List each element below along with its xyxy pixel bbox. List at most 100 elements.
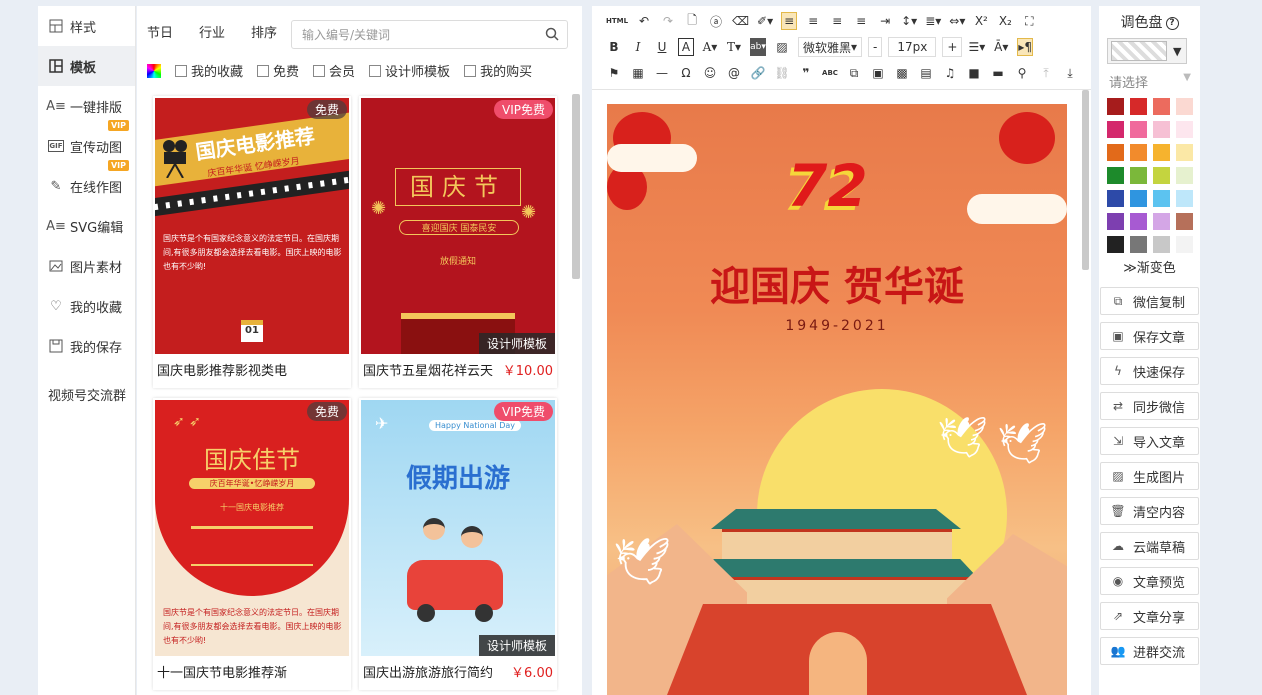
nav-item-video-group[interactable]: 视频号交流群 [38, 374, 135, 414]
color-swatch[interactable] [1107, 213, 1124, 230]
align-justify-icon[interactable]: ≡ [853, 12, 869, 30]
at-icon[interactable]: @ [726, 64, 742, 82]
spellcheck-icon[interactable]: ABC [822, 64, 838, 82]
checkbox[interactable] [369, 64, 382, 77]
color-swatch[interactable] [1153, 190, 1170, 207]
fullscreen-icon[interactable]: ⛶ [1021, 12, 1037, 30]
color-swatch[interactable] [1153, 236, 1170, 253]
color-swatch[interactable] [1130, 121, 1147, 138]
color-swatch[interactable] [1107, 167, 1124, 184]
search-icon[interactable] [545, 27, 559, 41]
pattern-icon[interactable]: ▨ [774, 38, 790, 56]
letter-spacing-icon[interactable]: ⇔▾ [949, 12, 965, 30]
help-icon[interactable]: ? [1165, 16, 1179, 30]
color-swatch[interactable] [1130, 190, 1147, 207]
italic-icon[interactable]: I [630, 38, 646, 56]
color-swatch[interactable] [1130, 236, 1147, 253]
stamp-icon[interactable]: ⚲ [1014, 64, 1030, 82]
search-input[interactable] [302, 27, 532, 42]
nav-item-draw[interactable]: ✎ 在线作图 [38, 166, 135, 206]
color-swatch[interactable] [1153, 167, 1170, 184]
color-swatch[interactable] [1153, 121, 1170, 138]
magic-wand-icon[interactable]: ✐▾ [757, 12, 773, 30]
nav-item-gif[interactable]: GIF 宣传动图 VIP [38, 126, 135, 171]
color-swatch[interactable] [1176, 213, 1193, 230]
music-icon[interactable]: ♫ [942, 64, 958, 82]
color-swatch[interactable] [1153, 144, 1170, 161]
filter-purchased[interactable]: 我的购买 [464, 61, 532, 80]
filter-member[interactable]: 会员 [313, 61, 355, 80]
highlight-icon[interactable]: ab▾ [750, 38, 766, 56]
join-group-button[interactable]: 👥 进群交流 [1100, 637, 1199, 665]
nav-item-favorites[interactable]: ♡ 我的收藏 [38, 286, 135, 326]
color-swatch[interactable] [1107, 121, 1124, 138]
filter-free[interactable]: 免费 [257, 61, 299, 80]
template-card[interactable]: 国庆节 喜迎国庆 国泰民安 放假通知 ✺ ✺ VIP免费 设计师模板 国庆节五星… [359, 96, 557, 388]
align-center-icon[interactable]: ≡ [805, 12, 821, 30]
template-card[interactable]: 国庆电影推荐 庆百年华诞 忆峥嵘岁月 国庆节是个有国家纪念意义的法定节日。在国庆… [153, 96, 351, 388]
paragraph-spacing-icon[interactable]: ≣▾ [925, 12, 941, 30]
checkbox[interactable] [175, 64, 187, 77]
paragraph-icon[interactable]: ▸¶ [1017, 38, 1034, 56]
align-left-icon[interactable]: ≡ [781, 12, 798, 30]
move-up-icon[interactable]: ⤒ [1038, 64, 1054, 82]
color-picker[interactable]: ▼ [1107, 38, 1187, 64]
undo-icon[interactable]: ↶ [636, 12, 652, 30]
list-icon[interactable]: ☰▾ [968, 38, 985, 56]
editor-scrollbar[interactable] [1082, 90, 1089, 270]
nav-item-format[interactable]: A≡ 一键排版 VIP [38, 86, 135, 131]
format-painter-icon[interactable]: ⚑ [606, 64, 622, 82]
tab-festival[interactable]: 节日 [147, 20, 199, 48]
horizontal-line-icon[interactable]: — [654, 64, 670, 82]
color-swatch[interactable] [1130, 144, 1147, 161]
generate-image-button[interactable]: ▨ 生成图片 [1100, 462, 1199, 490]
color-swatch[interactable] [1130, 98, 1147, 115]
import-article-button[interactable]: ⇲ 导入文章 [1100, 427, 1199, 455]
new-doc-icon[interactable]: 🗋 [684, 12, 700, 30]
color-swatch[interactable] [1107, 144, 1124, 161]
template-insert-icon[interactable]: ▬ [990, 64, 1006, 82]
sync-wechat-button[interactable]: ⇄ 同步微信 [1100, 392, 1199, 420]
insert-image-icon[interactable]: ▣ [870, 64, 886, 82]
wechat-copy-button[interactable]: ⧉ 微信复制 [1100, 287, 1199, 315]
color-swatch[interactable] [1176, 236, 1193, 253]
nav-item-svg[interactable]: A≡ SVG编辑 [38, 206, 135, 246]
html-button[interactable]: HTML [606, 12, 628, 30]
template-card[interactable]: Happy National Day 假期出游 ✈ VIP免费 设计师模板 国庆… [359, 398, 557, 690]
image-album-icon[interactable]: ▤ [918, 64, 934, 82]
color-swatch[interactable] [1130, 213, 1147, 230]
emoji-icon[interactable]: ☺ [702, 64, 718, 82]
superscript-icon[interactable]: X² [973, 12, 989, 30]
nav-item-style[interactable]: 样式 [38, 6, 135, 46]
editor-canvas[interactable]: 72 迎国庆 贺华诞 1949-2021 🕊 🕊 🕊 [607, 104, 1067, 695]
unlink-icon[interactable]: ⛓ [774, 64, 790, 82]
checkbox[interactable] [464, 64, 477, 77]
font-family-select[interactable]: 微软雅黑 ▾ [798, 37, 863, 57]
text-case-icon[interactable]: Ā▾ [993, 38, 1009, 56]
font-size-input[interactable]: 17px [888, 37, 937, 57]
checkbox[interactable] [313, 64, 326, 77]
bold-icon[interactable]: B [606, 38, 622, 56]
redo-icon[interactable]: ↷ [660, 12, 676, 30]
palette-select[interactable]: 请选择 ▼ [1109, 72, 1191, 91]
filter-favorites[interactable]: 我的收藏 [175, 61, 243, 80]
clear-content-button[interactable]: 🗑 清空内容 [1100, 497, 1199, 525]
cloud-draft-button[interactable]: ☁ 云端草稿 [1100, 532, 1199, 560]
color-swatch[interactable] [1153, 98, 1170, 115]
border-text-icon[interactable]: A [678, 38, 694, 56]
article-preview-button[interactable]: ◉ 文章预览 [1100, 567, 1199, 595]
line-height-icon[interactable]: ↕▾ [901, 12, 917, 30]
subscript-icon[interactable]: X₂ [997, 12, 1013, 30]
article-share-button[interactable]: ⇗ 文章分享 [1100, 602, 1199, 630]
save-article-button[interactable]: ▣ 保存文章 [1100, 322, 1199, 350]
checkbox[interactable] [257, 64, 270, 77]
align-right-icon[interactable]: ≡ [829, 12, 845, 30]
underline-icon[interactable]: U [654, 38, 670, 56]
nav-item-template[interactable]: 模板 [38, 46, 135, 86]
tab-industry[interactable]: 行业 [199, 20, 251, 48]
color-swatch[interactable] [1176, 98, 1193, 115]
omega-icon[interactable]: Ω [678, 64, 694, 82]
font-color-icon[interactable]: A▾ [702, 38, 718, 56]
color-swatch[interactable] [1153, 213, 1170, 230]
insert-frame-icon[interactable]: ⧉ [846, 64, 862, 82]
